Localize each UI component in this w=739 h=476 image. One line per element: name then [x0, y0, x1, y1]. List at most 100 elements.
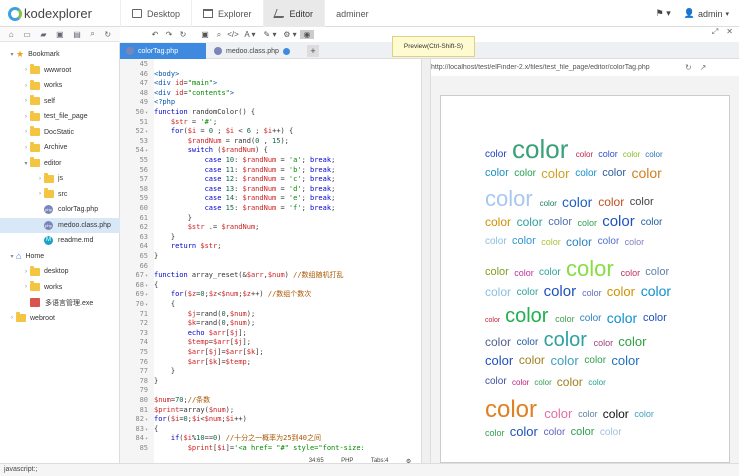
color-tag-word[interactable]: color	[641, 284, 671, 298]
color-tag-word[interactable]: color	[485, 168, 509, 179]
tab-explorer[interactable]: Explorer	[191, 0, 263, 27]
color-tag-word[interactable]: color	[618, 335, 646, 348]
close-icon[interactable]: ✕	[726, 27, 733, 37]
fold-icon[interactable]: ▾	[145, 302, 148, 308]
tab-editor[interactable]: Editor	[262, 0, 325, 27]
tree-item[interactable]: › wwwroot	[0, 63, 120, 78]
color-tag-word[interactable]: color	[485, 216, 511, 228]
tab-desktop[interactable]: Desktop	[120, 0, 191, 27]
fold-icon[interactable]: ▾	[145, 273, 148, 279]
chevron-right-icon[interactable]: ›	[22, 83, 30, 89]
fold-icon[interactable]: ▾	[145, 427, 148, 433]
color-tag-word[interactable]: color	[510, 425, 538, 438]
color-tag-word[interactable]: color	[645, 151, 662, 159]
color-tag-word[interactable]: color	[562, 195, 592, 209]
chevron-right-icon[interactable]: ›	[22, 129, 30, 135]
color-tag-word[interactable]: color	[634, 410, 654, 419]
color-tag-word[interactable]: color	[598, 150, 618, 159]
tree-item[interactable]: › Archive	[0, 140, 120, 155]
color-tag-word[interactable]: color	[600, 427, 622, 438]
code-icon[interactable]: </>	[226, 30, 240, 39]
flag-icon[interactable]: ⚑ ▾	[656, 8, 671, 19]
color-tag-word[interactable]: color	[485, 377, 507, 387]
color-tag-word[interactable]: color	[575, 169, 597, 179]
color-tag-word[interactable]: color	[540, 199, 557, 208]
font-icon[interactable]: A ▾	[240, 30, 260, 39]
chevron-down-icon[interactable]: ▾	[22, 160, 30, 167]
color-tag-word[interactable]: color	[598, 237, 620, 247]
chevron-right-icon[interactable]: ›	[8, 315, 16, 321]
color-tag-word[interactable]: color	[512, 378, 529, 387]
fold-icon[interactable]: ▾	[145, 283, 148, 289]
search-icon[interactable]: ⌕	[90, 29, 94, 39]
color-tag-word[interactable]: color	[580, 314, 602, 324]
color-tag-word[interactable]: color	[512, 136, 568, 162]
color-tag-word[interactable]: color	[505, 306, 548, 326]
save-icon[interactable]: ▣	[198, 30, 212, 39]
new-file-icon[interactable]: ▤	[73, 30, 81, 39]
color-tag-word[interactable]: color	[517, 338, 539, 348]
color-tag-word[interactable]: color	[551, 354, 579, 367]
chevron-right-icon[interactable]: ›	[22, 114, 30, 120]
color-tag-word[interactable]: color	[485, 266, 509, 278]
color-tag-word[interactable]: color	[541, 167, 569, 180]
color-tag-word[interactable]: color	[632, 166, 662, 180]
color-tag-word[interactable]: color	[594, 338, 614, 348]
home-icon[interactable]: ⌂	[9, 30, 14, 39]
magic-icon[interactable]: ✎ ▾	[260, 30, 280, 39]
tree-item[interactable]: › test_file_page	[0, 109, 120, 124]
color-tag-word[interactable]: color	[544, 330, 587, 350]
color-tag-word[interactable]: color	[544, 284, 577, 299]
color-tag-word[interactable]: color	[517, 216, 543, 228]
fold-icon[interactable]: ▾	[145, 148, 148, 154]
color-tag-word[interactable]: color	[566, 257, 614, 280]
tree-item[interactable]: › DocStatic	[0, 125, 120, 140]
color-tag-word[interactable]: color	[485, 237, 507, 247]
fold-icon[interactable]: ▾	[145, 110, 148, 116]
fold-icon[interactable]: ▾	[145, 292, 148, 298]
color-tag-word[interactable]: color	[611, 354, 639, 367]
chevron-right-icon[interactable]: ›	[22, 67, 30, 73]
tree-item[interactable]: › self	[0, 94, 120, 109]
expand-icon[interactable]: ⤢	[712, 27, 718, 37]
color-tag-word[interactable]: color	[519, 354, 545, 366]
chevron-right-icon[interactable]: ›	[22, 145, 30, 151]
color-tag-word[interactable]: color	[578, 410, 598, 419]
desktop-icon[interactable]: ▭	[23, 30, 31, 39]
color-tag-word[interactable]: color	[566, 236, 592, 248]
color-tag-word[interactable]: color	[541, 238, 561, 247]
color-tag-word[interactable]: color	[598, 196, 624, 208]
color-tag-word[interactable]: color	[576, 151, 593, 159]
color-tag-word[interactable]: color	[557, 376, 583, 388]
tree-item[interactable]: php medoo.class.php	[0, 217, 120, 233]
color-tag-word[interactable]: color	[512, 236, 536, 247]
tree-item[interactable]: › src	[0, 187, 120, 202]
color-tag-word[interactable]: color	[534, 378, 551, 387]
color-tag-word[interactable]: color	[485, 317, 500, 324]
color-tag-word[interactable]: color	[641, 217, 663, 228]
color-tag-word[interactable]: color	[623, 151, 640, 159]
tree-item[interactable]: 多语言管理.exe	[0, 295, 120, 310]
refresh-icon[interactable]: ↻	[685, 63, 692, 72]
color-tag-word[interactable]: color	[539, 267, 561, 278]
search-icon[interactable]: ⌕	[212, 30, 226, 40]
tree-item[interactable]: › works	[0, 78, 120, 93]
color-tag-word[interactable]: color	[630, 197, 654, 208]
color-tag-word[interactable]: color	[625, 238, 645, 247]
color-tag-word[interactable]: color	[582, 288, 602, 298]
chevron-right-icon[interactable]: ›	[36, 176, 44, 182]
color-tag-word[interactable]: color	[607, 311, 637, 325]
refresh-icon[interactable]: ↻	[104, 30, 111, 39]
undo-icon[interactable]: ↶	[148, 30, 162, 39]
editor-tab-medoo[interactable]: medoo.class.php	[208, 43, 304, 59]
tree-item[interactable]: › works	[0, 280, 120, 295]
tree-item[interactable]: php colorTag.php	[0, 202, 120, 217]
color-tag-word[interactable]: color	[485, 187, 533, 210]
fold-icon[interactable]: ▾	[145, 417, 148, 423]
color-tag-word[interactable]: color	[485, 336, 511, 348]
preview-icon[interactable]: ◉	[300, 30, 314, 39]
color-tag-word[interactable]: color	[544, 427, 566, 438]
color-tag-word[interactable]: color	[514, 268, 534, 278]
fold-icon[interactable]: ▾	[145, 436, 148, 442]
color-tag-word[interactable]: color	[514, 169, 536, 179]
